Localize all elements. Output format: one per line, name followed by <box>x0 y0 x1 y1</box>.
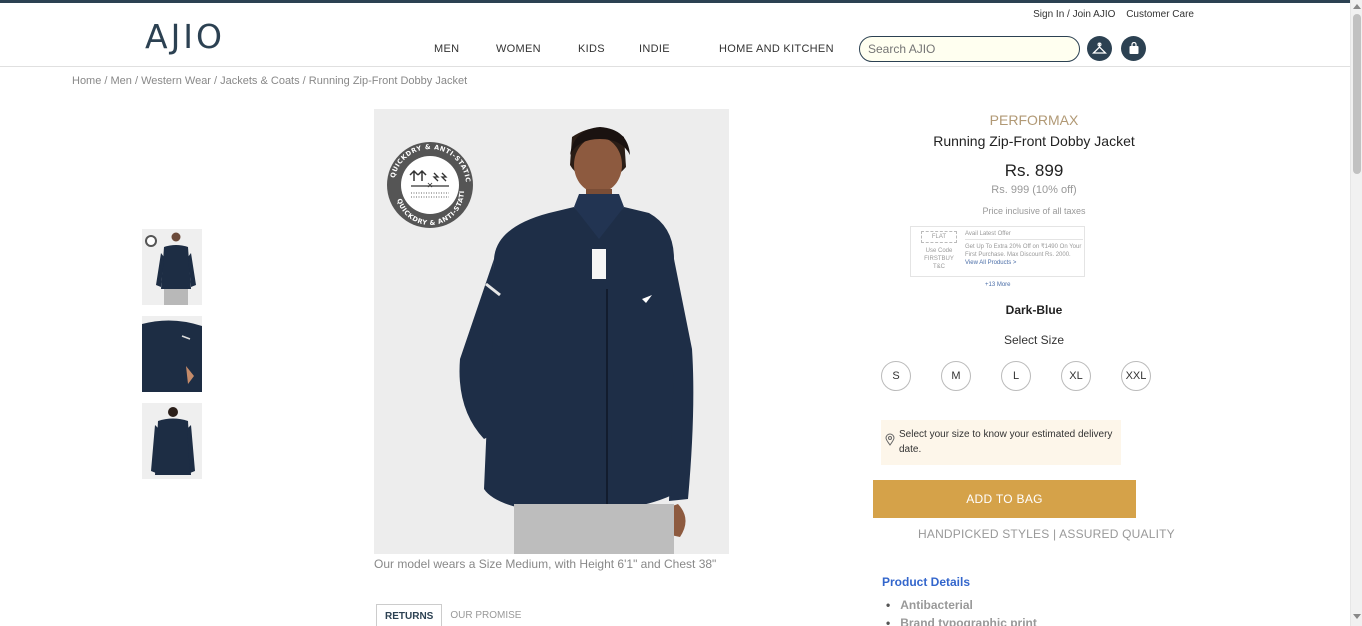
model-size-caption: Our model wears a Size Medium, with Heig… <box>374 557 717 571</box>
nav-women[interactable]: WOMEN <box>496 43 578 55</box>
size-xl[interactable]: XL <box>1061 361 1091 391</box>
offer-code-box: FLAT Use Code FIRSTBUY T&C <box>915 231 963 271</box>
product-mrp: Rs. 999 (10% off) <box>991 184 1077 196</box>
site-header: AJIO Sign In / Join AJIO Customer Care M… <box>0 3 1350 67</box>
tab-our-promise[interactable]: OUR PROMISE <box>442 604 529 626</box>
product-price: Rs. 899 <box>1004 161 1064 180</box>
search-input[interactable] <box>859 36 1080 62</box>
offer-heading: Avail Latest Offer <box>965 230 1083 240</box>
nav-men[interactable]: MEN <box>434 43 496 55</box>
detail-item: Antibacterial <box>886 598 1037 612</box>
product-details-list: Antibacterial Brand typographic print <box>886 598 1037 626</box>
brand-name[interactable]: PERFORMAX <box>874 112 1194 128</box>
add-to-bag-button[interactable]: ADD TO BAG <box>873 480 1136 518</box>
scrollbar-thumb[interactable] <box>1353 14 1361 174</box>
tab-returns[interactable]: RETURNS <box>376 604 443 626</box>
offer-tag-icon: FLAT <box>921 231 957 243</box>
nav-indie[interactable]: INDIE <box>639 43 719 55</box>
product-color: Dark-Blue <box>1005 303 1063 317</box>
select-size-label: Select Size <box>1003 333 1065 347</box>
offer-tc[interactable]: T&C <box>915 263 963 271</box>
offer-code: FIRSTBUY <box>924 256 954 262</box>
wishlist-icon[interactable] <box>1087 36 1112 61</box>
delivery-text: Select your size to know your estimated … <box>899 429 1113 455</box>
bag-icon[interactable] <box>1121 36 1146 61</box>
svg-text:✕: ✕ <box>427 181 434 190</box>
size-xxl[interactable]: XXL <box>1121 361 1151 391</box>
more-offers-link[interactable]: +13 More <box>985 282 1011 288</box>
view-all-products-link[interactable]: View All Products > <box>965 260 1016 266</box>
scroll-up-arrow-icon[interactable] <box>1353 4 1361 9</box>
customer-care-link[interactable]: Customer Care <box>1126 9 1194 20</box>
offer-text: Get Up To Extra 20% Off on ₹1490 On Your… <box>965 244 1082 258</box>
offer-details: Avail Latest Offer Get Up To Extra 20% O… <box>965 230 1083 267</box>
product-details-title[interactable]: Product Details <box>882 575 970 589</box>
detail-item: Brand typographic print <box>886 616 1037 626</box>
main-nav: MEN WOMEN KIDS INDIE HOME AND KITCHEN <box>420 43 834 55</box>
offer-card[interactable]: FLAT Use Code FIRSTBUY T&C Avail Latest … <box>910 226 1085 277</box>
breadcrumb[interactable]: Home / Men / Western Wear / Jackets & Co… <box>72 75 467 87</box>
size-s[interactable]: S <box>881 361 911 391</box>
product-name: Running Zip-Front Dobby Jacket <box>933 133 1135 149</box>
top-links: Sign In / Join AJIO Customer Care <box>1025 9 1194 20</box>
info-tabs: RETURNS OUR PROMISE <box>376 604 529 626</box>
thumbnail-front[interactable] <box>142 229 202 305</box>
main-product-image[interactable]: ✕ QUICKDRY & ANTI-STATIC QUICKDRY & ANTI… <box>374 109 729 554</box>
size-m[interactable]: M <box>941 361 971 391</box>
delivery-notice: Select your size to know your estimated … <box>881 420 1121 465</box>
nav-kids[interactable]: KIDS <box>578 43 639 55</box>
assurance-text: HANDPICKED STYLES | ASSURED QUALITY <box>918 527 1175 541</box>
thumbnail-side[interactable] <box>142 316 202 392</box>
scroll-down-arrow-icon[interactable] <box>1353 614 1361 619</box>
offer-code-label: Use Code <box>925 248 953 254</box>
thumbnail-back[interactable] <box>142 403 202 479</box>
tax-note: Price inclusive of all taxes <box>982 206 1086 216</box>
size-l[interactable]: L <box>1001 361 1031 391</box>
page-scrollbar[interactable] <box>1350 0 1362 626</box>
nav-home-and-kitchen[interactable]: HOME AND KITCHEN <box>719 43 834 55</box>
sign-in-link[interactable]: Sign In / Join AJIO <box>1033 9 1115 20</box>
location-pin-icon <box>885 433 895 446</box>
ajio-logo[interactable]: AJIO <box>145 17 225 56</box>
